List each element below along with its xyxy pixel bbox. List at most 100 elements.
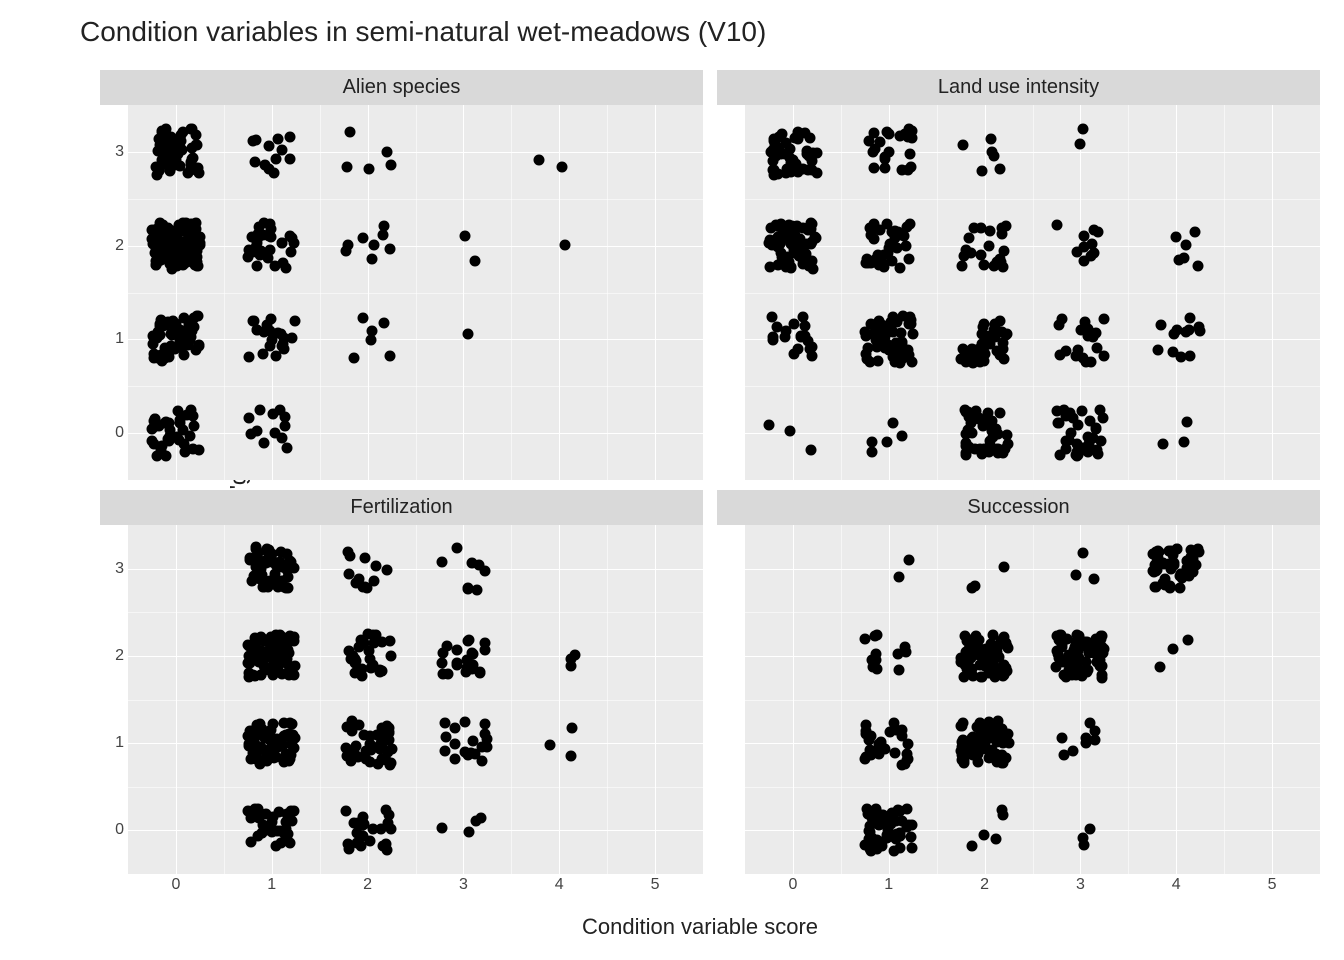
data-point bbox=[479, 719, 490, 730]
data-point bbox=[1080, 317, 1091, 328]
data-point bbox=[480, 645, 491, 656]
data-point bbox=[1094, 655, 1105, 666]
data-point bbox=[151, 161, 162, 172]
data-point bbox=[464, 662, 475, 673]
panel bbox=[128, 525, 703, 874]
data-point bbox=[806, 238, 817, 249]
data-point bbox=[866, 845, 877, 856]
facet-succession: Succession0123012345 bbox=[717, 490, 1320, 900]
data-point bbox=[902, 748, 913, 759]
data-point bbox=[1085, 356, 1096, 367]
data-point bbox=[1002, 328, 1013, 339]
data-point bbox=[463, 584, 474, 595]
data-point bbox=[874, 137, 885, 148]
plot-title: Condition variables in semi-natural wet-… bbox=[80, 16, 766, 48]
data-point bbox=[1084, 439, 1095, 450]
data-point bbox=[385, 243, 396, 254]
data-point bbox=[1083, 648, 1094, 659]
data-point bbox=[340, 805, 351, 816]
data-point bbox=[245, 836, 256, 847]
data-point bbox=[560, 239, 571, 250]
data-point bbox=[284, 153, 295, 164]
data-point bbox=[866, 832, 877, 843]
data-point bbox=[882, 127, 893, 138]
data-point bbox=[566, 751, 577, 762]
data-point bbox=[994, 407, 1005, 418]
data-point bbox=[990, 833, 1001, 844]
data-point bbox=[905, 149, 916, 160]
data-point bbox=[986, 638, 997, 649]
data-point bbox=[282, 443, 293, 454]
data-point bbox=[263, 581, 274, 592]
data-point bbox=[479, 729, 490, 740]
data-point bbox=[370, 561, 381, 572]
data-point bbox=[341, 162, 352, 173]
data-point bbox=[567, 722, 578, 733]
x-tick: 4 bbox=[1172, 876, 1181, 894]
data-point bbox=[259, 437, 270, 448]
data-point bbox=[1185, 544, 1196, 555]
data-point bbox=[185, 405, 196, 416]
x-tick: 4 bbox=[555, 876, 564, 894]
data-point bbox=[979, 829, 990, 840]
data-point bbox=[890, 356, 901, 367]
facet-strip: Fertilization bbox=[100, 490, 703, 525]
data-point bbox=[359, 552, 370, 563]
data-point bbox=[977, 165, 988, 176]
data-point bbox=[253, 221, 264, 232]
data-point bbox=[799, 128, 810, 139]
data-point bbox=[1093, 448, 1104, 459]
data-point bbox=[346, 716, 357, 727]
data-point bbox=[192, 311, 203, 322]
data-point bbox=[1151, 546, 1162, 557]
x-tick: 3 bbox=[1076, 876, 1085, 894]
data-point bbox=[385, 159, 396, 170]
data-point bbox=[1182, 634, 1193, 645]
data-point bbox=[175, 141, 186, 152]
data-point bbox=[286, 815, 297, 826]
data-point bbox=[290, 316, 301, 327]
data-point bbox=[148, 332, 159, 343]
data-point bbox=[285, 631, 296, 642]
data-point bbox=[997, 261, 1008, 272]
data-point bbox=[276, 340, 287, 351]
data-point bbox=[463, 328, 474, 339]
data-point bbox=[161, 228, 172, 239]
data-point bbox=[897, 731, 908, 742]
data-point bbox=[377, 840, 388, 851]
data-point bbox=[437, 648, 448, 659]
data-point bbox=[979, 319, 990, 330]
data-point bbox=[279, 828, 290, 839]
data-point bbox=[264, 140, 275, 151]
data-point bbox=[993, 428, 1004, 439]
facet-fertilization: Fertilization0123012345 bbox=[100, 490, 703, 900]
data-point bbox=[987, 331, 998, 342]
data-point bbox=[250, 157, 261, 168]
data-point bbox=[784, 425, 795, 436]
data-point bbox=[154, 255, 165, 266]
data-point bbox=[888, 845, 899, 856]
data-point bbox=[147, 435, 158, 446]
y-tick: 3 bbox=[115, 560, 124, 578]
data-point bbox=[865, 318, 876, 329]
data-point bbox=[1176, 569, 1187, 580]
data-point bbox=[357, 313, 368, 324]
data-point bbox=[1168, 560, 1179, 571]
data-point bbox=[160, 133, 171, 144]
data-point bbox=[993, 651, 1004, 662]
data-point bbox=[464, 827, 475, 838]
data-point bbox=[152, 450, 163, 461]
data-point bbox=[979, 661, 990, 672]
data-point bbox=[886, 342, 897, 353]
data-point bbox=[963, 411, 974, 422]
data-point bbox=[1157, 438, 1168, 449]
data-point bbox=[191, 257, 202, 268]
data-point bbox=[864, 223, 875, 234]
data-point bbox=[452, 659, 463, 670]
data-point bbox=[534, 155, 545, 166]
data-point bbox=[998, 561, 1009, 572]
facet-strip: Land use intensity bbox=[717, 70, 1320, 105]
data-point bbox=[266, 313, 277, 324]
data-point bbox=[347, 651, 358, 662]
data-point bbox=[768, 136, 779, 147]
